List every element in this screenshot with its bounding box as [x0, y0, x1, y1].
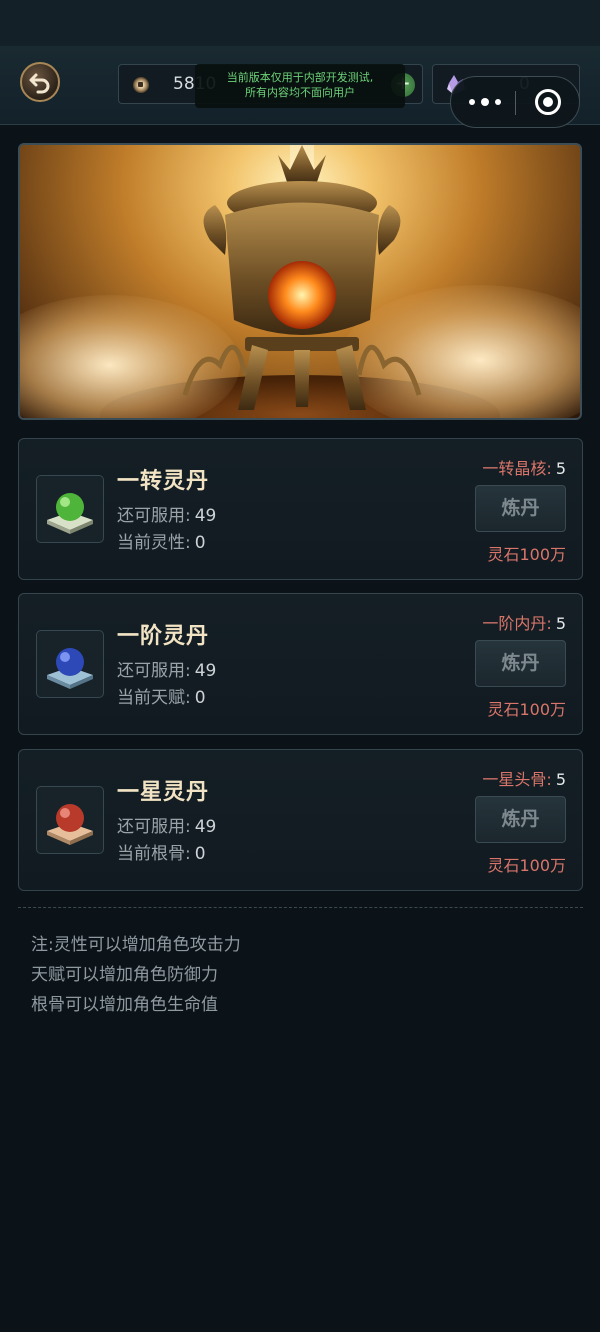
capsule-divider [515, 91, 516, 115]
test-notice: 当前版本仅用于内部开发测试, 所有内容均不面向用户 [195, 64, 405, 108]
divider [18, 907, 583, 908]
refine-button[interactable]: 炼丹 [475, 485, 566, 532]
more-button[interactable] [469, 90, 501, 114]
remaining-label: 还可服用: [117, 661, 191, 681]
close-miniprogram-button[interactable] [535, 89, 561, 115]
stat-value: 0 [194, 533, 206, 553]
note-line: 注:灵性可以增加角色攻击力 [31, 935, 241, 955]
current-stat: 当前灵性: 0 [117, 528, 206, 553]
green-pill-icon [36, 475, 104, 543]
refine-cost: 灵石100万 [487, 856, 566, 875]
material-label: 一阶内丹: [482, 614, 552, 633]
remaining-doses: 还可服用: 49 [117, 501, 216, 526]
remaining-doses: 还可服用: 49 [117, 812, 216, 837]
refine-button[interactable]: 炼丹 [475, 640, 566, 687]
stat-label: 当前根骨: [117, 844, 191, 864]
remaining-label: 还可服用: [117, 506, 191, 526]
material-count: 5 [555, 459, 566, 478]
remaining-doses: 还可服用: 49 [117, 656, 216, 681]
pill-name: 一转灵丹 [117, 469, 210, 494]
note-line: 天赋可以增加角色防御力 [31, 965, 218, 985]
current-stat: 当前根骨: 0 [117, 839, 206, 864]
pill-card: 一星灵丹 还可服用: 49 当前根骨: 0 一星头骨: 5 炼丹 灵石100万 [18, 749, 583, 891]
cauldron-banner [18, 143, 582, 420]
pill-card: 一阶灵丹 还可服用: 49 当前天赋: 0 一阶内丹: 5 炼丹 灵石100万 [18, 593, 583, 735]
back-button[interactable] [20, 62, 60, 102]
stat-label: 当前灵性: [117, 533, 191, 553]
pill-name: 一阶灵丹 [117, 624, 210, 649]
remaining-value: 49 [194, 817, 217, 837]
remaining-value: 49 [194, 506, 217, 526]
required-material: 一星头骨: 5 [482, 766, 566, 790]
pill-card: 一转灵丹 还可服用: 49 当前灵性: 0 一转晶核: 5 炼丹 灵石100万 [18, 438, 583, 580]
pill-name: 一星灵丹 [117, 780, 210, 805]
blue-pill-icon [36, 630, 104, 698]
remaining-label: 还可服用: [117, 817, 191, 837]
test-notice-line-2: 所有内容均不面向用户 [245, 86, 355, 99]
status-bar [0, 0, 600, 46]
material-label: 一转晶核: [482, 459, 552, 478]
material-count: 5 [555, 770, 566, 789]
stat-value: 0 [194, 688, 206, 708]
material-label: 一星头骨: [482, 770, 552, 789]
back-arrow-icon [29, 73, 50, 94]
stat-label: 当前天赋: [117, 688, 191, 708]
miniprogram-capsule [450, 76, 580, 128]
required-material: 一阶内丹: 5 [482, 610, 566, 634]
material-count: 5 [555, 614, 566, 633]
note-line: 根骨可以增加角色生命值 [31, 995, 218, 1015]
required-material: 一转晶核: 5 [482, 455, 566, 479]
coin-icon [133, 77, 149, 93]
remaining-value: 49 [194, 661, 217, 681]
stat-value: 0 [194, 844, 206, 864]
refine-button[interactable]: 炼丹 [475, 796, 566, 843]
refine-cost: 灵石100万 [487, 700, 566, 719]
current-stat: 当前天赋: 0 [117, 683, 206, 708]
test-notice-line-1: 当前版本仅用于内部开发测试, [226, 71, 374, 84]
red-pill-icon [36, 786, 104, 854]
refine-cost: 灵石100万 [487, 545, 566, 564]
cauldron-image [182, 145, 422, 410]
